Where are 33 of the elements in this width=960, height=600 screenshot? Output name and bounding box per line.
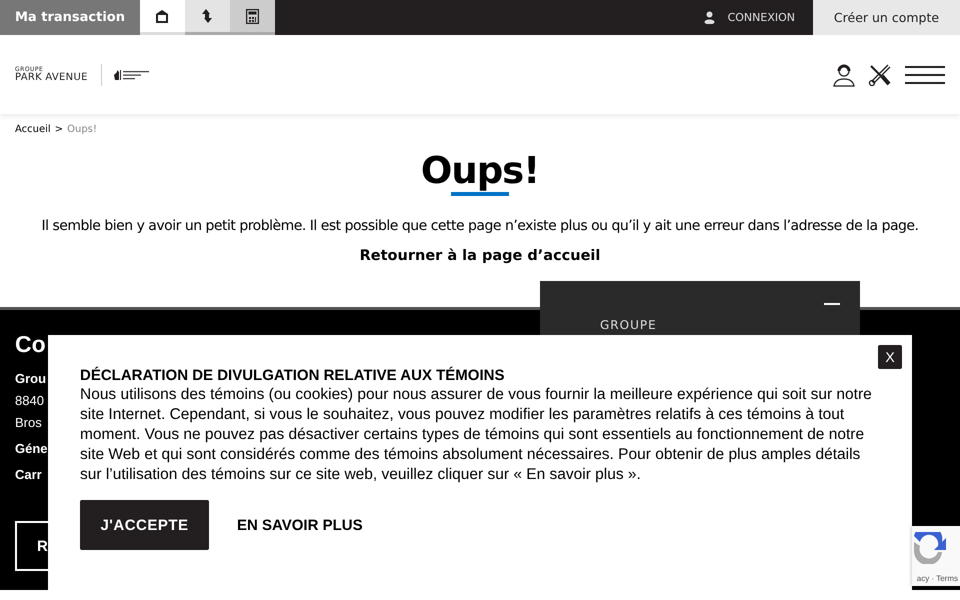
menu-icon[interactable] bbox=[905, 66, 945, 84]
cookie-title: DÉCLARATION DE DIVULGATION RELATIVE AUX TÉMOINS bbox=[80, 367, 506, 384]
error-message: Il semble bien y avoir un petit problème. Il est possible que cette page n’existe plus ou qu’il y ait une erreur dans l’adresse de la page. bbox=[40, 218, 920, 234]
footer-heading: Co bbox=[15, 331, 46, 358]
breadcrumb-link[interactable]: Accueil bbox=[15, 124, 51, 135]
chat-logo-text: GROUPE bbox=[600, 319, 657, 331]
footer-text: 8840 bbox=[15, 392, 44, 410]
nav-tab[interactable] bbox=[184, 0, 230, 35]
breadcrumb-separator: > bbox=[54, 124, 64, 135]
close-button[interactable]: X bbox=[878, 345, 902, 369]
award-logo-icon bbox=[112, 68, 151, 80]
tools-icon[interactable] bbox=[868, 62, 893, 86]
footer-text: Géne bbox=[15, 440, 48, 458]
house-icon bbox=[154, 8, 170, 24]
calculator-icon bbox=[246, 8, 259, 24]
footer-text: Grou bbox=[15, 370, 46, 388]
support-agent-icon[interactable] bbox=[832, 62, 856, 86]
footer-text: Bros bbox=[15, 414, 42, 432]
learn-more-link[interactable]: EN SAVOIR PLUS bbox=[237, 516, 363, 534]
footer-text: Carr bbox=[15, 466, 42, 484]
cookie-text: Nous utilisons des témoins (ou cookies) pour nous assurer de vous fournir la meilleure expérience qui soit sur notre site Internet. Cependant, si vous le souhaitez, vous pouvez modifier les paramètres relatifs à ces témoins à tout moment. Vous ne pouvez pas désactiver certains types de témoins qui sont essentiels au fonctionnement de notre site Web et qui sont considérés comme des témoins absolument nécessaires. Pour obtenir de plus amples détails sur l’utilisation des témoins sur ce site web, veuillez cliquer sur « En savoir plus ». bbox=[80, 385, 873, 485]
logo-text: PARK AVENUE bbox=[15, 72, 88, 82]
create-account-button[interactable]: Créer un compte bbox=[813, 0, 960, 35]
brand-label: Ma transaction bbox=[0, 0, 140, 35]
nav-tab[interactable] bbox=[230, 0, 275, 35]
user-icon bbox=[704, 11, 715, 24]
recaptcha-links[interactable]: acy · Terms bbox=[916, 574, 958, 583]
recaptcha-icon bbox=[912, 532, 947, 564]
page-title: Oups! bbox=[420, 149, 540, 192]
login-link[interactable]: CONNEXION bbox=[698, 0, 813, 35]
swap-arrows-icon bbox=[201, 8, 214, 24]
home-link[interactable]: Retourner à la page d’accueil bbox=[15, 248, 945, 264]
accept-button[interactable]: J'ACCEPTE bbox=[80, 500, 209, 550]
